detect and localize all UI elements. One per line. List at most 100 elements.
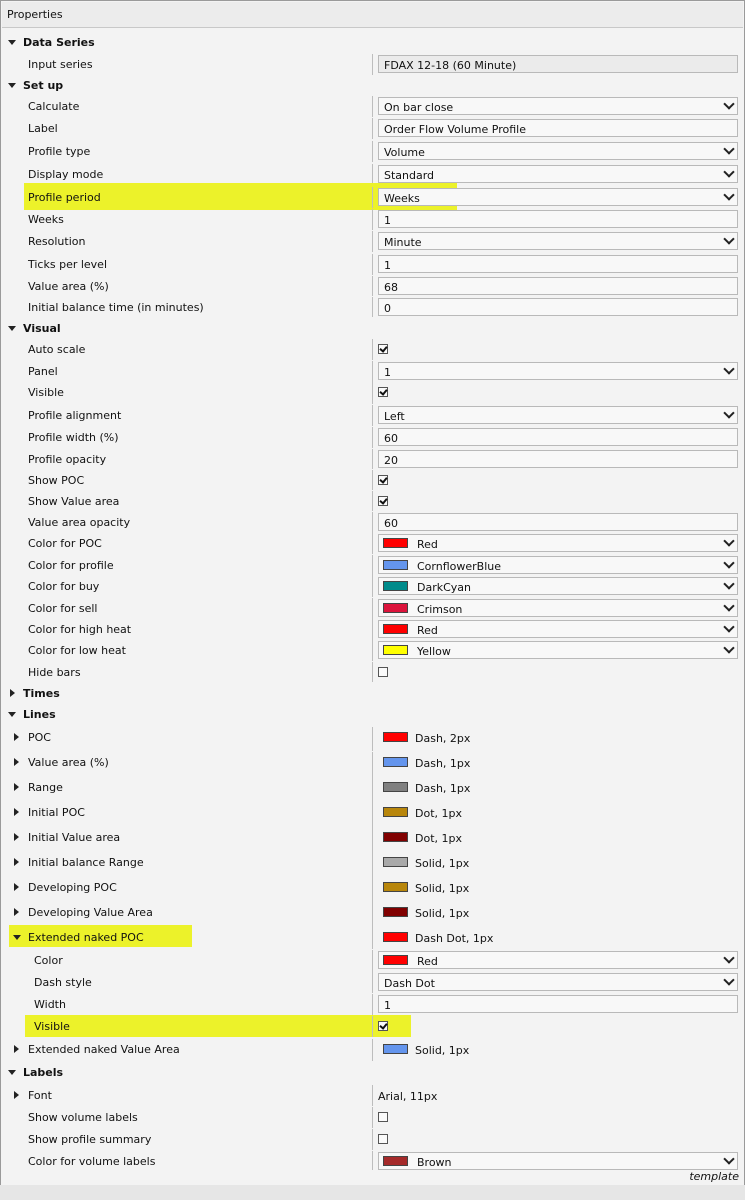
dropdown-field[interactable]: Yellow bbox=[378, 641, 738, 659]
color-swatch bbox=[383, 560, 408, 570]
dropdown-field[interactable]: CornflowerBlue bbox=[378, 556, 738, 574]
checkbox[interactable] bbox=[378, 344, 388, 354]
property-row-range[interactable]: Range Dash, 1px bbox=[1, 777, 744, 802]
category-times[interactable]: Times bbox=[1, 683, 744, 703]
property-label: Weeks bbox=[28, 213, 64, 226]
text-field[interactable]: FDAX 12-18 (60 Minute) bbox=[378, 55, 738, 73]
collapse-right-icon[interactable] bbox=[14, 808, 19, 816]
category-visual[interactable]: Visual bbox=[1, 318, 744, 338]
property-row-visible: Visible bbox=[1, 1015, 744, 1037]
column-divider bbox=[372, 297, 373, 317]
property-label: Input series bbox=[28, 58, 93, 71]
property-label: Color for buy bbox=[28, 580, 100, 593]
collapse-right-icon[interactable] bbox=[14, 1045, 19, 1053]
property-row-initial-value-area[interactable]: Initial Value area Dot, 1px bbox=[1, 827, 744, 852]
dropdown-field[interactable]: Red bbox=[378, 951, 738, 969]
dropdown-field[interactable]: Standard bbox=[378, 165, 738, 183]
text-field[interactable]: 1 bbox=[378, 210, 738, 228]
text-field[interactable]: 1 bbox=[378, 995, 738, 1013]
property-row-poc[interactable]: POC Dash, 2px bbox=[1, 727, 744, 751]
property-label: Value area (%) bbox=[28, 756, 109, 769]
property-row-extended-naked-poc[interactable]: Extended naked POC Dash Dot, 1px bbox=[1, 925, 744, 949]
dropdown-field[interactable]: Crimson bbox=[378, 599, 738, 617]
check-icon bbox=[379, 344, 388, 353]
property-row-initial-poc[interactable]: Initial POC Dot, 1px bbox=[1, 802, 744, 827]
checkbox[interactable] bbox=[378, 1021, 388, 1031]
dropdown-field[interactable]: Left bbox=[378, 406, 738, 424]
field-value: Standard bbox=[384, 169, 435, 182]
collapse-right-icon[interactable] bbox=[14, 908, 19, 916]
collapse-right-icon[interactable] bbox=[10, 689, 15, 697]
column-divider bbox=[372, 405, 373, 426]
chevron-down-icon bbox=[723, 952, 735, 964]
dropdown-field[interactable]: Red bbox=[378, 620, 738, 638]
checkbox[interactable] bbox=[378, 1112, 388, 1122]
text-field[interactable]: Order Flow Volume Profile bbox=[378, 119, 738, 137]
column-divider bbox=[372, 1129, 373, 1150]
dropdown-field[interactable]: Volume bbox=[378, 142, 738, 160]
expand-down-icon[interactable] bbox=[13, 935, 21, 940]
checkbox[interactable] bbox=[378, 1134, 388, 1144]
property-label: Profile alignment bbox=[28, 409, 122, 422]
field-value: DarkCyan bbox=[417, 581, 472, 594]
checkbox[interactable] bbox=[378, 667, 388, 677]
property-label: Initial Value area bbox=[28, 831, 121, 844]
property-row-value-area[interactable]: Value area (%) Dash, 1px bbox=[1, 752, 744, 777]
expand-down-icon[interactable] bbox=[8, 712, 16, 717]
collapse-right-icon[interactable] bbox=[14, 758, 19, 766]
checkbox[interactable] bbox=[378, 475, 388, 485]
dropdown-field[interactable]: Minute bbox=[378, 232, 738, 250]
category-labels[interactable]: Labels bbox=[1, 1062, 744, 1084]
dropdown-field[interactable]: DarkCyan bbox=[378, 577, 738, 595]
checkbox[interactable] bbox=[378, 496, 388, 506]
template-link[interactable]: template bbox=[689, 1170, 739, 1183]
checkbox[interactable] bbox=[378, 387, 388, 397]
dropdown-field[interactable]: 1 bbox=[378, 362, 738, 380]
text-field[interactable]: 60 bbox=[378, 428, 738, 446]
dropdown-field[interactable]: Dash Dot bbox=[378, 973, 738, 991]
property-row-developing-poc[interactable]: Developing POC Solid, 1px bbox=[1, 877, 744, 902]
dropdown-field[interactable]: Brown bbox=[378, 1152, 738, 1170]
property-row-font[interactable]: Font Arial, 11px bbox=[1, 1085, 744, 1106]
expand-down-icon[interactable] bbox=[8, 83, 16, 88]
property-label: Initial balance time (in minutes) bbox=[28, 301, 204, 314]
category-lines[interactable]: Lines bbox=[1, 704, 744, 726]
collapse-right-icon[interactable] bbox=[14, 883, 19, 891]
column-divider bbox=[372, 1151, 373, 1170]
property-row-input-series: Input series FDAX 12-18 (60 Minute) bbox=[1, 54, 744, 75]
text-field[interactable]: 20 bbox=[378, 450, 738, 468]
collapse-right-icon[interactable] bbox=[14, 833, 19, 841]
dropdown-field[interactable]: Weeks bbox=[378, 188, 738, 206]
column-divider bbox=[372, 727, 373, 751]
chevron-down-icon bbox=[723, 974, 735, 986]
color-swatch bbox=[383, 732, 408, 742]
field-value: 0 bbox=[384, 302, 391, 315]
collapse-right-icon[interactable] bbox=[14, 858, 19, 866]
property-row-color-for-profile: Color for profile CornflowerBlue bbox=[1, 555, 744, 576]
text-field[interactable]: 60 bbox=[378, 513, 738, 531]
category-set-up[interactable]: Set up bbox=[1, 75, 744, 95]
property-row-initial-balance-range[interactable]: Initial balance Range Solid, 1px bbox=[1, 852, 744, 877]
column-divider bbox=[372, 361, 373, 382]
dropdown-field[interactable]: Red bbox=[378, 534, 738, 552]
property-row-profile-width: Profile width (%) 60 bbox=[1, 427, 744, 448]
category-label: Labels bbox=[23, 1066, 64, 1079]
expand-down-icon[interactable] bbox=[8, 1070, 16, 1075]
collapse-right-icon[interactable] bbox=[14, 783, 19, 791]
text-field[interactable]: 0 bbox=[378, 298, 738, 316]
text-field[interactable]: 1 bbox=[378, 255, 738, 273]
property-row-extended-naked-value-area[interactable]: Extended naked Value Area Solid, 1px bbox=[1, 1039, 744, 1061]
property-label: Show volume labels bbox=[28, 1111, 138, 1124]
property-row-developing-value-area[interactable]: Developing Value Area Solid, 1px bbox=[1, 902, 744, 927]
dropdown-field[interactable]: On bar close bbox=[378, 97, 738, 115]
text-field[interactable]: 68 bbox=[378, 277, 738, 295]
category-data-series[interactable]: Data Series bbox=[1, 32, 744, 51]
expand-down-icon[interactable] bbox=[8, 40, 16, 45]
collapse-right-icon[interactable] bbox=[14, 733, 19, 741]
column-divider bbox=[372, 1107, 373, 1128]
column-divider bbox=[372, 449, 373, 469]
column-divider bbox=[372, 640, 373, 661]
collapse-right-icon[interactable] bbox=[14, 1091, 19, 1099]
expand-down-icon[interactable] bbox=[8, 326, 16, 331]
color-swatch bbox=[383, 832, 408, 842]
